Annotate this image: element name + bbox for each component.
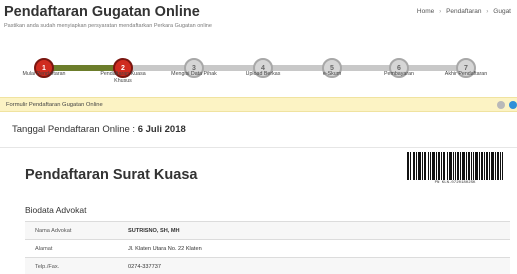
registration-date: Tanggal Pendaftaran Online : 6 Juli 2018 [12, 124, 186, 135]
row-value: 0274-337737 [128, 264, 161, 270]
breadcrumb-home[interactable]: Home [417, 8, 434, 15]
page-subtitle: Pastikan anda sudah menyiapkan persyarat… [4, 23, 212, 29]
registration-date-value: 6 Juli 2018 [137, 124, 186, 135]
table-row: Alamat Jl. Klaten Utara No. 22 Klaten [25, 239, 510, 258]
row-label: Nama Advokat [35, 228, 72, 234]
progress-stepper: 1 2 3 4 5 6 7 [0, 46, 517, 92]
breadcrumb-separator: › [439, 8, 442, 15]
refresh-icon[interactable] [509, 101, 517, 109]
step-7-label: Akhir Pendaftaran [444, 71, 488, 77]
row-value: Jl. Klaten Utara No. 22 Klaten [128, 246, 202, 252]
form-panel-header: Formulir Pendaftaran Gugatan Online [0, 97, 517, 112]
page-header: Pendaftaran Gugatan Online Pastikan anda… [0, 0, 517, 46]
row-value: SUTRISNO, SH, MH [128, 228, 180, 234]
step-5-label: e-Skum [322, 71, 342, 77]
breadcrumb-current: Gugat [493, 8, 511, 15]
table-row: Telp./Fax. 0274-337737 [25, 257, 510, 274]
form-panel-title: Formulir Pendaftaran Gugatan Online [6, 102, 103, 108]
step-6-label: Pembayaran [383, 71, 415, 77]
step-3-label: Mengisi Data Pihak [171, 71, 217, 77]
step-1-label: Mulai Pendaftaran [22, 71, 66, 77]
barcode-text: PN KLN-07201802SK [434, 181, 476, 185]
divider [0, 147, 517, 148]
advocate-bio-heading: Biodata Advokat [25, 205, 87, 215]
section-title: Pendaftaran Surat Kuasa [25, 167, 198, 183]
advocate-table: Nama Advokat SUTRISNO, SH, MH Alamat Jl.… [25, 221, 510, 274]
row-label: Telp./Fax. [35, 264, 60, 270]
barcode-image [407, 152, 503, 180]
registration-date-label: Tanggal Pendaftaran Online : [12, 124, 136, 135]
step-4-label: Upload Berkas [245, 71, 281, 77]
settings-icon[interactable] [497, 101, 505, 109]
row-label: Alamat [35, 246, 53, 252]
step-2-label: Pendaftaran Kuasa Khusus [100, 71, 146, 84]
table-row: Nama Advokat SUTRISNO, SH, MH [25, 221, 510, 240]
breadcrumb-separator: › [486, 8, 489, 15]
breadcrumb-pendaftaran[interactable]: Pendaftaran [446, 8, 481, 15]
breadcrumb: Home › Pendaftaran › Gugat [414, 8, 511, 15]
page-title: Pendaftaran Gugatan Online [4, 4, 200, 20]
